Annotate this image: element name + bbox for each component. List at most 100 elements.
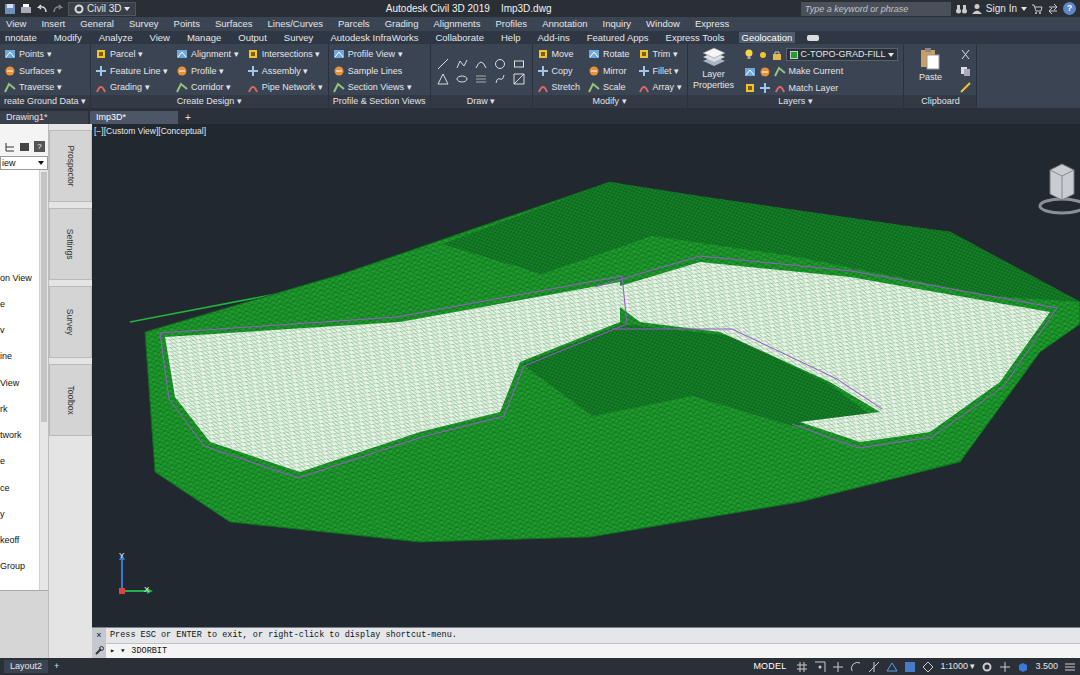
side-tab[interactable]: Settings <box>49 208 92 280</box>
dropdown-caret[interactable] <box>888 53 894 57</box>
ribbon-tool[interactable]: Sample Lines <box>333 65 412 77</box>
menu-item[interactable]: Window <box>646 18 680 29</box>
status-toggle-icon[interactable] <box>904 661 916 673</box>
ribbon-tab[interactable]: Collaborate <box>432 32 487 43</box>
ribbon-tool[interactable]: Grading ▾ <box>95 82 168 94</box>
draw-tool-icon[interactable] <box>435 73 451 85</box>
search-field[interactable] <box>801 2 951 16</box>
menu-item[interactable]: Profiles <box>495 18 527 29</box>
menu-item[interactable]: Survey <box>129 18 159 29</box>
ribbon-tool[interactable]: Pipe Network ▾ <box>247 82 323 94</box>
tree-item[interactable]: View <box>0 378 39 389</box>
status-toggle-icon[interactable] <box>796 661 808 673</box>
terrain-surface[interactable] <box>92 124 1080 626</box>
ribbon-tab[interactable]: Survey <box>281 32 317 43</box>
model-space-button[interactable]: MODEL <box>749 661 790 672</box>
panel-title[interactable]: Clipboard <box>904 95 976 108</box>
ribbon-tab[interactable]: Featured Apps <box>584 32 652 43</box>
model-viewport[interactable]: [−][Custom View][Conceptual]YX <box>92 124 1080 627</box>
tree-item[interactable]: rk <box>0 404 39 415</box>
tree-item[interactable]: Group <box>0 561 39 572</box>
ribbon-tab[interactable]: Modify <box>51 32 85 43</box>
draw-tool-icon[interactable] <box>492 58 508 70</box>
viewcube-icon[interactable] <box>1036 160 1080 216</box>
panel-title[interactable]: Layers ▾ <box>688 95 904 108</box>
status-toggle-icon[interactable] <box>814 661 826 673</box>
ribbon-tool[interactable]: Profile ▾ <box>176 65 239 77</box>
workspace-dropdown[interactable]: Civil 3D <box>68 2 136 16</box>
ribbon-tool[interactable]: Corridor ▾ <box>176 82 239 94</box>
status-toggle-icon[interactable] <box>832 661 844 673</box>
toolspace-help-button[interactable]: ? <box>34 141 45 152</box>
panel-title[interactable]: Draw ▾ <box>431 95 532 108</box>
ribbon-tab[interactable]: Manage <box>184 32 224 43</box>
ribbon-tool[interactable]: Intersections ▾ <box>247 48 323 60</box>
draw-tool-icon[interactable] <box>511 58 527 70</box>
side-tab[interactable]: Prospector <box>49 130 92 202</box>
menu-item[interactable]: View <box>6 18 26 29</box>
tree-item[interactable]: v <box>0 325 39 336</box>
menu-item[interactable]: Points <box>174 18 200 29</box>
menu-item[interactable]: General <box>80 18 114 29</box>
menu-item[interactable]: Lines/Curves <box>267 18 322 29</box>
menu-item[interactable]: Grading <box>385 18 419 29</box>
dropdown-caret[interactable] <box>1021 7 1027 11</box>
ribbon-tool[interactable]: Rotate <box>588 48 630 60</box>
large-tool-button[interactable]: Paste <box>908 47 952 95</box>
ribbon-tool[interactable]: Parcel ▾ <box>95 48 168 60</box>
tree-item[interactable]: twork <box>0 430 39 441</box>
dropdown-caret[interactable] <box>38 161 44 165</box>
ribbon-tab[interactable]: Geolocation <box>739 32 796 43</box>
sign-in-button[interactable]: Sign In <box>972 3 1027 15</box>
ribbon-tool[interactable]: Trim ▾ <box>638 48 682 60</box>
tree-item[interactable]: ine <box>0 351 39 362</box>
ribbon-tool[interactable]: Traverse ▾ <box>4 82 62 94</box>
ribbon-tab[interactable]: Output <box>235 32 270 43</box>
command-input[interactable]: ▸ ▾3DORBIT <box>106 643 1080 658</box>
menu-item[interactable]: Inquiry <box>603 18 632 29</box>
status-toggle-icon[interactable] <box>850 661 862 673</box>
ribbon-tab[interactable]: nnotate <box>2 32 40 43</box>
menu-item[interactable]: Surfaces <box>215 18 253 29</box>
ribbon-tool[interactable]: Section Views ▾ <box>333 82 412 94</box>
status-toggle-icon[interactable] <box>886 661 898 673</box>
draw-tool-icon[interactable] <box>492 73 508 85</box>
menu-item[interactable]: Insert <box>41 18 65 29</box>
layer-tool[interactable]: Match Layer <box>744 82 899 94</box>
new-tab-button[interactable]: + <box>180 112 196 124</box>
ribbon-tab[interactable]: Analyze <box>96 32 136 43</box>
large-tool-button[interactable]: Layer Properties <box>692 47 736 95</box>
panel-title[interactable]: Profile & Section Views <box>329 95 430 108</box>
ribbon-tool[interactable]: Mirror <box>588 65 630 77</box>
ribbon-tool[interactable]: Stretch <box>537 82 581 94</box>
ribbon-tab[interactable]: Autodesk InfraWorks <box>327 32 421 43</box>
ribbon-tab[interactable]: Express Tools <box>663 32 728 43</box>
view-dropdown[interactable]: iew <box>0 156 48 170</box>
ribbon-tool[interactable]: Copy <box>537 65 581 77</box>
ribbon-tab[interactable]: View <box>147 32 173 43</box>
menu-item[interactable]: Parcels <box>338 18 370 29</box>
tree-item[interactable]: e <box>0 299 39 310</box>
ribbon-tab[interactable]: Add-ins <box>535 32 573 43</box>
ribbon-tool[interactable]: Array ▾ <box>638 82 682 94</box>
ribbon-tab[interactable]: Help <box>498 32 524 43</box>
command-prompt[interactable]: ▸ ▾ <box>110 646 125 656</box>
file-tab[interactable]: Imp3D* <box>90 111 178 124</box>
ribbon-tool[interactable]: Alignment ▾ <box>176 48 239 60</box>
status-toggle-icon[interactable] <box>868 661 880 673</box>
panel-title[interactable]: Modify ▾ <box>533 95 687 108</box>
ribbon-tool[interactable]: Feature Line ▾ <box>95 65 168 77</box>
ribbon-tool[interactable]: Assembly ▾ <box>247 65 323 77</box>
tree-item[interactable]: y <box>0 509 39 520</box>
draw-tool-icon[interactable] <box>454 73 470 85</box>
annotation-scale[interactable]: 1:1000 ▾ <box>940 661 975 672</box>
menu-item[interactable]: Annotation <box>542 18 587 29</box>
status-toggle-icon[interactable] <box>922 661 934 673</box>
layer-dropdown[interactable]: C-TOPO-GRAD-FILL <box>786 48 899 61</box>
layout-tab[interactable]: Layout2 <box>4 660 48 673</box>
panel-title[interactable]: reate Ground Data ▾ <box>0 95 90 108</box>
menu-item[interactable]: Alignments <box>433 18 480 29</box>
side-tab[interactable]: Survey <box>49 286 92 358</box>
ribbon-tool[interactable]: Move <box>537 48 581 60</box>
ribbon-tool[interactable]: Fillet ▾ <box>638 65 682 77</box>
